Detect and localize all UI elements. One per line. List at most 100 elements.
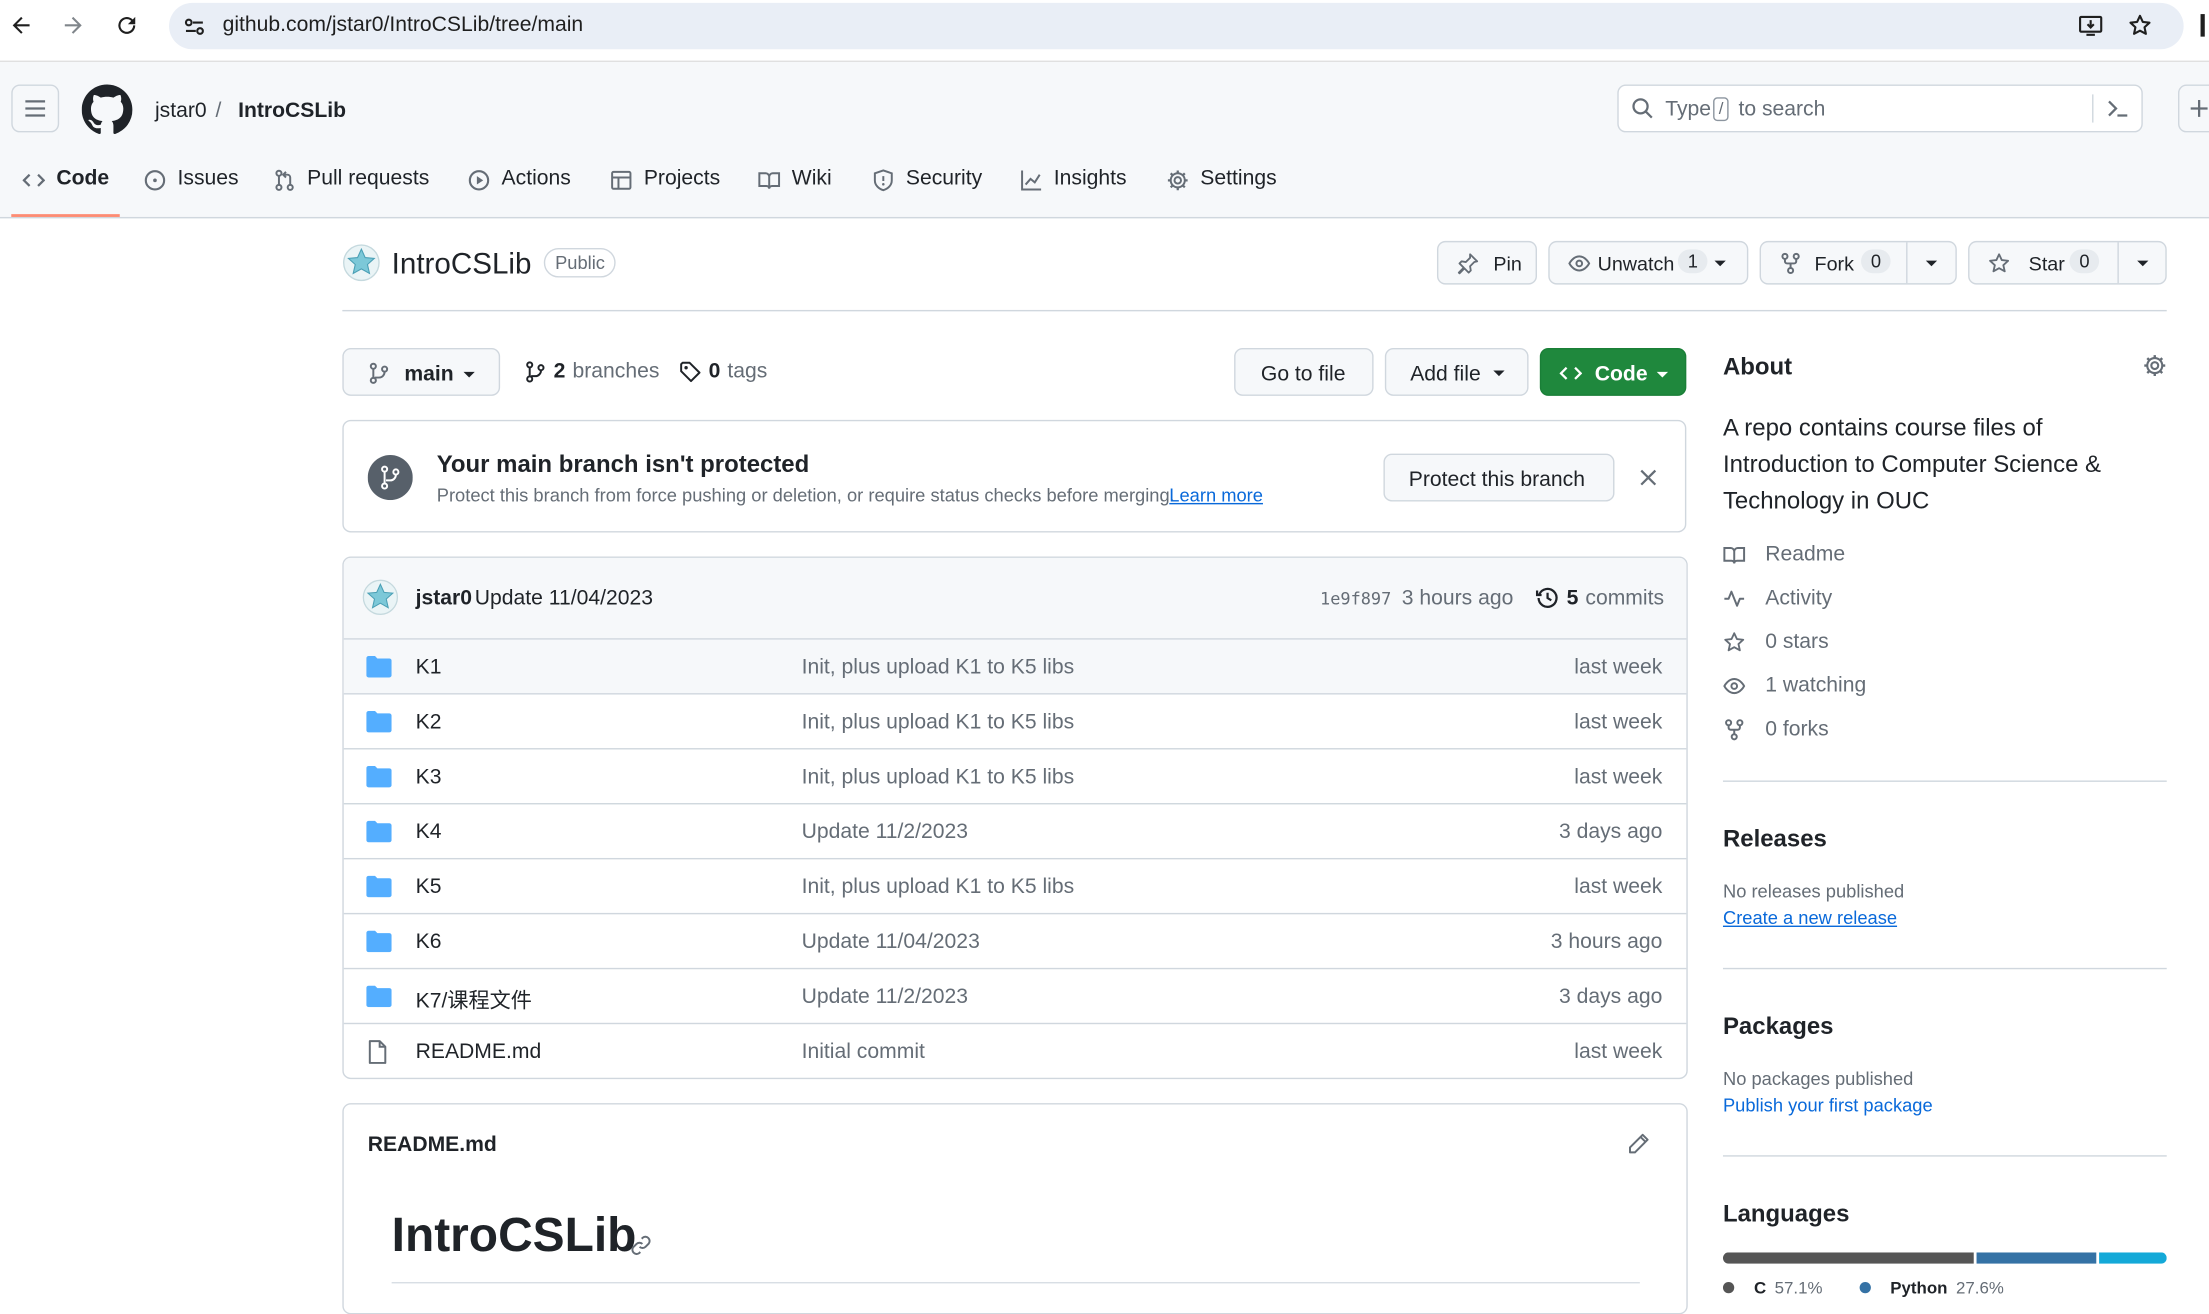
language-segment[interactable] <box>1722 1252 1974 1264</box>
language-item[interactable]: Python 27.6% <box>1859 1278 2004 1298</box>
file-row[interactable]: K4 Update 11/2/2023 3 days ago <box>343 803 1687 859</box>
activity-link[interactable]: Activity <box>1723 586 1832 610</box>
activity-label: Activity <box>1765 586 1833 611</box>
star-button[interactable]: Star 0 <box>1968 240 2167 285</box>
file-name[interactable]: K4 <box>416 820 442 844</box>
command-palette-icon[interactable] <box>2106 97 2129 120</box>
file-commit-message[interactable]: Initial commit <box>802 1040 925 1064</box>
tab-wiki[interactable]: Wiki <box>758 166 832 217</box>
learn-more-link[interactable]: Learn more <box>1169 485 1263 506</box>
repo-link[interactable]: IntroCSLib <box>238 99 346 123</box>
commits-label: commits <box>1585 586 1665 611</box>
tab-code[interactable]: Code <box>22 166 109 217</box>
commit-message[interactable]: Update 11/04/2023 <box>475 586 653 610</box>
latest-commit-bar: jstar0 Update 11/04/2023 1e9f897 3 hours… <box>343 557 1687 639</box>
menu-button[interactable] <box>11 84 60 133</box>
file-row[interactable]: README.md Initial commit last week <box>343 1022 1687 1079</box>
create-new-button[interactable] <box>2178 84 2209 133</box>
tab-actions[interactable]: Actions <box>468 166 571 217</box>
install-app-icon[interactable] <box>2078 13 2103 38</box>
protect-branch-button[interactable]: Protect this branch <box>1383 453 1615 502</box>
chevron-down-icon[interactable] <box>2136 259 2150 267</box>
tab-issues[interactable]: Issues <box>144 166 239 217</box>
github-logo-icon[interactable] <box>81 84 133 136</box>
branch-select[interactable]: main <box>342 347 501 396</box>
commit-hash[interactable]: 1e9f897 <box>1320 589 1391 609</box>
language-item[interactable]: C 57.1% <box>1722 1277 1823 1298</box>
forks-link[interactable]: 0 forks <box>1723 717 1829 741</box>
site-settings-icon[interactable] <box>183 15 206 38</box>
tab-settings[interactable]: Settings <box>1166 166 1277 217</box>
pin-button[interactable]: Pin <box>1436 240 1538 285</box>
unwatch-button[interactable]: Unwatch 1 <box>1548 240 1749 285</box>
commits-link[interactable]: 5 commits <box>1535 586 1665 611</box>
file-row[interactable]: K6 Update 11/04/2023 3 hours ago <box>343 912 1687 969</box>
languages-title: Languages <box>1722 1200 1850 1228</box>
code-button[interactable]: Code <box>1539 347 1687 396</box>
file-commit-message[interactable]: Init, plus upload K1 to K5 libs <box>802 655 1075 679</box>
pencil-icon[interactable] <box>1627 1133 1650 1156</box>
file-row[interactable]: K5 Init, plus upload K1 to K5 libs last we… <box>343 857 1687 914</box>
tab-label: Issues <box>177 166 239 191</box>
packages-title[interactable]: Packages <box>1723 1013 1834 1041</box>
close-icon[interactable] <box>1640 469 1657 486</box>
link-icon[interactable] <box>630 1234 653 1257</box>
file-commit-message[interactable]: Init, plus upload K1 to K5 libs <box>802 710 1075 734</box>
language-segment[interactable] <box>1975 1252 2097 1264</box>
file-name[interactable]: K3 <box>416 765 442 789</box>
file-name[interactable]: K5 <box>416 875 442 899</box>
reload-icon[interactable] <box>114 13 139 38</box>
file-commit-message[interactable]: Init, plus upload K1 to K5 libs <box>802 875 1075 899</box>
tab-security[interactable]: Security <box>872 166 982 217</box>
folder-icon <box>366 875 392 898</box>
create-release-link[interactable]: Create a new release <box>1723 907 1897 928</box>
commit-author[interactable]: jstar0 <box>416 586 472 610</box>
go-to-file-button[interactable]: Go to file <box>1234 347 1374 396</box>
commits-count: 5 <box>1566 586 1579 611</box>
address-bar[interactable]: github.com/jstar0/IntroCSLib/tree/main <box>169 2 2184 50</box>
forward-icon[interactable] <box>61 13 86 38</box>
eye-icon <box>1568 252 1591 275</box>
language-segment[interactable] <box>2099 1252 2167 1264</box>
file-row[interactable]: K1 Init, plus upload K1 to K5 libs last we… <box>343 638 1687 695</box>
publish-package-link[interactable]: Publish your first package <box>1723 1095 1933 1116</box>
file-name[interactable]: K6 <box>416 930 442 954</box>
file-commit-message[interactable]: Update 11/2/2023 <box>802 985 968 1009</box>
tags-link[interactable]: 0 tags <box>679 359 767 383</box>
back-icon[interactable] <box>8 13 33 38</box>
shield-icon <box>872 166 895 192</box>
book-icon <box>758 166 781 191</box>
add-file-button[interactable]: Add file <box>1384 347 1529 396</box>
watching-link[interactable]: 1 watching <box>1723 673 1866 697</box>
author-avatar[interactable] <box>362 579 399 616</box>
fork-button[interactable]: Fork 0 <box>1759 240 1957 285</box>
breadcrumb-separator: / <box>215 98 222 123</box>
branches-link[interactable]: 2 branches <box>524 359 659 383</box>
file-commit-message[interactable]: Init, plus upload K1 to K5 libs <box>802 765 1075 789</box>
owner-link[interactable]: jstar0 <box>155 99 207 123</box>
bookmark-star-icon[interactable] <box>2127 13 2152 38</box>
readme-link[interactable]: Readme <box>1723 542 1845 566</box>
sidebar-divider <box>1722 780 2167 782</box>
file-commit-message[interactable]: Update 11/04/2023 <box>802 930 980 954</box>
tab-insights[interactable]: Insights <box>1020 166 1127 217</box>
file-name[interactable]: README.md <box>416 1040 542 1064</box>
releases-title[interactable]: Releases <box>1723 826 1827 854</box>
file-row[interactable]: K2 Init, plus upload K1 to K5 libs last we… <box>343 693 1687 749</box>
file-name[interactable]: K2 <box>416 710 442 734</box>
tab-projects[interactable]: Projects <box>610 166 720 217</box>
language-percent: 57.1% <box>1774 1277 1823 1298</box>
file-commit-message[interactable]: Update 11/2/2023 <box>802 820 968 844</box>
file-row[interactable]: K7/课程文件 Update 11/2/2023 3 days ago <box>343 967 1687 1024</box>
profile-icon[interactable] <box>2199 11 2209 42</box>
gear-icon[interactable] <box>2143 354 2167 378</box>
language-name: Python <box>1890 1277 1948 1298</box>
chevron-down-icon[interactable] <box>1924 259 1938 267</box>
stars-link[interactable]: 0 stars <box>1723 630 1829 654</box>
repo-title[interactable]: IntroCSLib <box>392 248 532 282</box>
file-row[interactable]: K3 Init, plus upload K1 to K5 libs last we… <box>343 748 1687 804</box>
tab-pull-requests[interactable]: Pull requests <box>273 166 429 217</box>
file-name[interactable]: K7/课程文件 <box>416 985 532 1015</box>
search-input[interactable]: Type / to search <box>1617 84 2143 133</box>
file-name[interactable]: K1 <box>416 655 442 679</box>
